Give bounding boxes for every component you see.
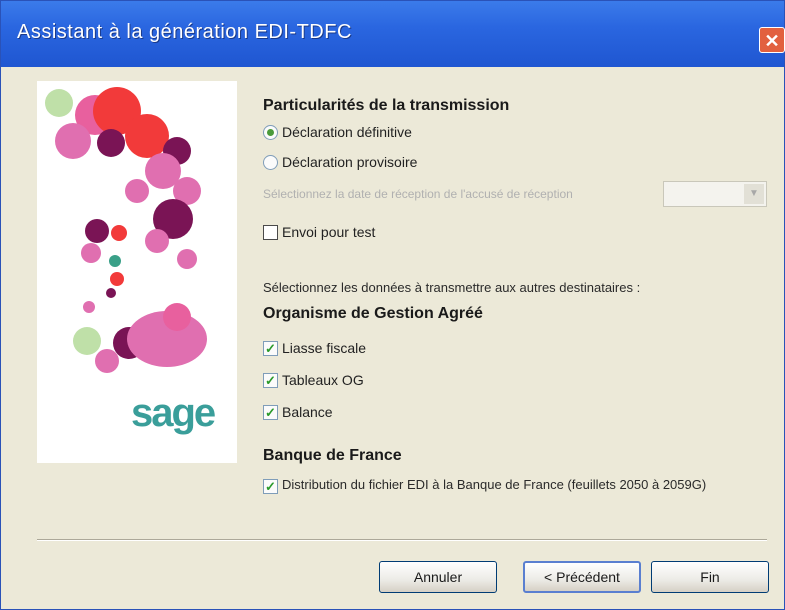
checkbox-label-balance: Balance <box>282 404 333 420</box>
previous-button[interactable]: < Précédent <box>523 561 641 593</box>
checkbox-tableaux-og[interactable]: ✓ Tableaux OG <box>263 369 364 391</box>
check-icon[interactable]: ✓ <box>263 404 278 420</box>
checkbox-label-bdf: Distribution du fichier EDI à la Banque … <box>282 477 707 492</box>
checkbox-label-tableaux: Tableaux OG <box>282 372 364 388</box>
radio-label-provisoire: Déclaration provisoire <box>282 154 418 170</box>
checkbox-bdf-distribution[interactable]: ✓ Distribution du fichier EDI à la Banqu… <box>263 477 753 513</box>
window-title: Assistant à la génération EDI-TDFC <box>17 21 352 43</box>
checkbox-liasse-fiscale[interactable]: ✓ Liasse fiscale <box>263 337 366 359</box>
check-icon[interactable]: ✓ <box>263 372 278 388</box>
cancel-button[interactable]: Annuler <box>379 561 497 593</box>
provisoire-date-select[interactable]: ▼ <box>663 181 767 207</box>
sage-logo: sage <box>131 391 216 435</box>
checkbox-unchecked[interactable] <box>263 224 278 240</box>
checkbox-balance[interactable]: ✓ Balance <box>263 401 333 423</box>
oga-heading: Organisme de Gestion Agréé <box>263 305 483 322</box>
radio-declaration-provisoire[interactable]: Déclaration provisoire <box>263 151 417 173</box>
check-icon[interactable]: ✓ <box>263 479 278 494</box>
chevron-down-icon[interactable]: ▼ <box>744 184 764 204</box>
wizard-window: Assistant à la génération EDI-TDFC ✕ sag… <box>0 0 785 610</box>
provisoire-note: Sélectionnez la date de réception de l'a… <box>263 187 573 201</box>
checkbox-label-test: Envoi pour test <box>282 224 376 240</box>
checkbox-envoi-test[interactable]: Envoi pour test <box>263 221 375 243</box>
close-button[interactable]: ✕ <box>759 27 785 53</box>
transmission-heading: Particularités de la transmission <box>263 97 510 114</box>
radio-label-definitive: Déclaration définitive <box>282 124 412 140</box>
bdf-heading: Banque de France <box>263 447 402 464</box>
check-icon[interactable]: ✓ <box>263 340 278 356</box>
radio-declaration-definitive[interactable]: Déclaration définitive <box>263 121 412 143</box>
radio-button-selected[interactable] <box>263 124 278 140</box>
title-bar[interactable]: Assistant à la génération EDI-TDFC ✕ <box>1 1 785 67</box>
radio-button[interactable] <box>263 154 278 170</box>
destinataires-info: Sélectionnez les données à transmettre a… <box>263 280 641 295</box>
footer-divider <box>37 539 767 541</box>
checkbox-label-liasse: Liasse fiscale <box>282 340 367 356</box>
finish-button[interactable]: Fin <box>651 561 769 593</box>
